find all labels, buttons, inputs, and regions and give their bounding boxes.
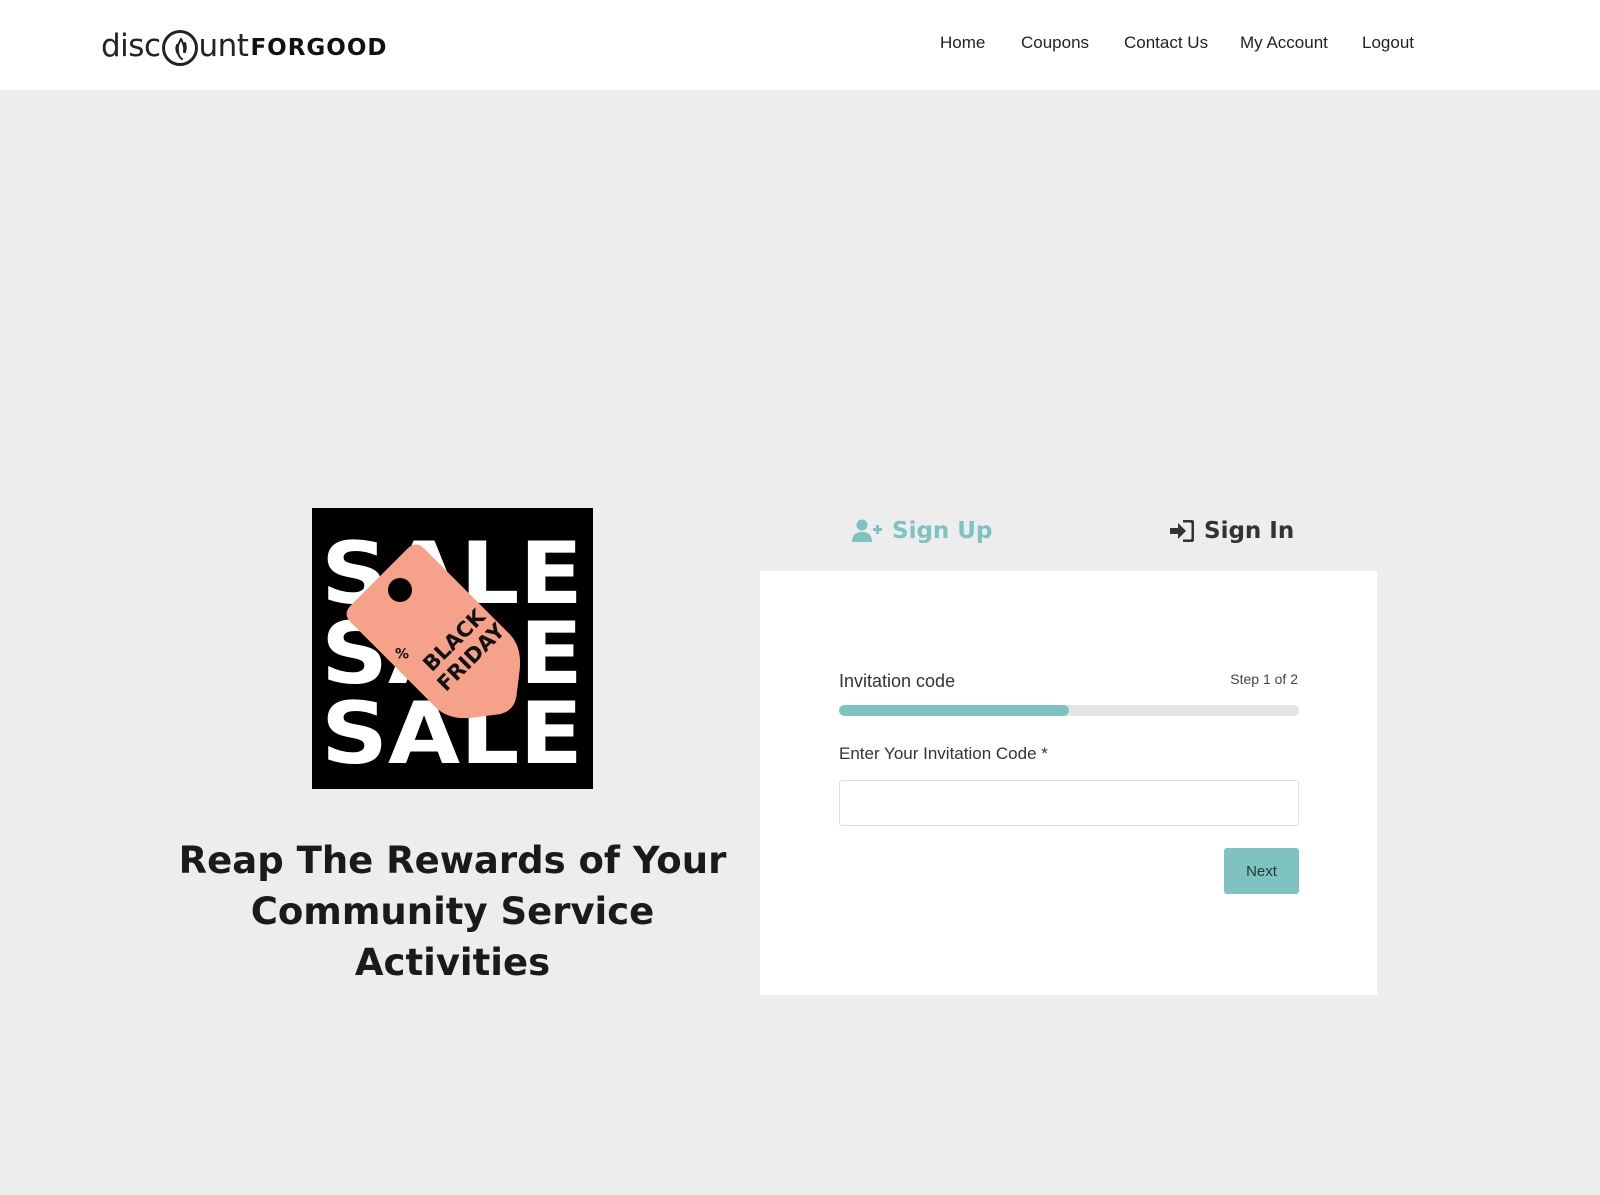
site-header: disc unt FORGOOD Home Coupons Contact Us… [0,0,1600,90]
nav-coupons-link[interactable]: Coupons [1021,33,1089,53]
nav-my-account-link[interactable]: My Account [1240,33,1328,53]
step-title: Invitation code [839,671,956,691]
user-plus-icon [852,519,882,543]
logo-text-disc: disc [101,28,161,64]
step-progress-bar [839,705,1299,716]
sign-in-icon [1170,520,1194,542]
site-logo[interactable]: disc unt FORGOOD [101,24,388,68]
tab-sign-up[interactable]: Sign Up [852,518,992,544]
step-progress-fill [839,705,1069,716]
tab-sign-up-label: Sign Up [892,518,993,544]
hero-tagline: Reap The Rewards of Your Community Servi… [178,839,727,984]
logo-hand-icon [161,30,198,66]
nav-home-link[interactable]: Home [940,33,985,53]
nav-logout-link[interactable]: Logout [1362,33,1414,53]
invitation-code-input[interactable] [839,780,1299,826]
next-button[interactable]: Next [1224,848,1299,894]
signup-form-card: Invitation code Step 1 of 2 Enter Your I… [760,571,1377,995]
tag-percent-symbol: % [395,646,409,662]
logo-text-forgood: FORGOOD [250,35,388,61]
logo-text-unt: unt [198,28,249,64]
step-counter: Step 1 of 2 [1230,671,1298,687]
tab-sign-in-label: Sign In [1204,518,1295,544]
black-friday-sale-image: SALE SALE SALE % BLACK FRIDAY [312,508,593,789]
tab-sign-in[interactable]: Sign In [1170,518,1294,544]
nav-contact-us-link[interactable]: Contact Us [1124,33,1208,53]
invitation-code-label: Enter Your Invitation Code * [839,744,1048,763]
